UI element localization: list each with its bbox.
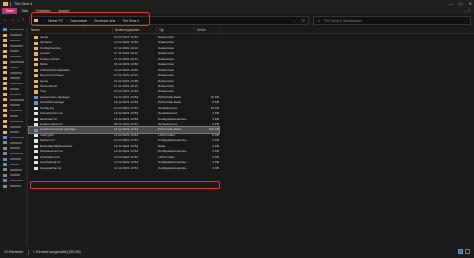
document-icon <box>34 144 38 149</box>
document-icon <box>34 112 38 116</box>
file-name: Userwatcher.ini <box>40 165 62 170</box>
large-icons-view-icon[interactable] <box>465 249 470 254</box>
up-arrow-icon[interactable]: ↑ <box>22 17 25 23</box>
document-icon <box>34 106 38 110</box>
document-icon <box>34 161 38 165</box>
sort-arrow-icon: ^ <box>84 26 86 30</box>
folder-icon <box>34 46 38 51</box>
folder-icon <box>34 85 38 89</box>
column-type[interactable]: Typ <box>157 27 195 34</box>
package-file-icon <box>34 95 38 100</box>
refresh-icon[interactable]: ↻ <box>302 18 305 23</box>
title-bar: The Sims 4 — ☐ ✕ <box>0 0 474 8</box>
folder-icon <box>3 2 8 6</box>
details-view-icon[interactable] <box>458 249 463 254</box>
package-file-icon <box>34 128 38 132</box>
document-icon <box>34 150 38 154</box>
folder-icon <box>34 74 38 78</box>
column-date[interactable]: Änderungsdatum <box>113 27 157 34</box>
window-controls: — ☐ ✕ <box>449 0 472 8</box>
file-size: 1 KB <box>212 165 219 170</box>
search-placeholder: "The Sims 4" durchsuchen <box>323 18 363 23</box>
forward-arrow-icon[interactable]: → <box>10 17 15 23</box>
search-icon: ⌕ <box>318 18 321 23</box>
file-row[interactable]: Userwatcher.ini 12.12.2021 14:53 Konfigura… <box>29 166 219 171</box>
status-bar: 22 Elemente 1 Element ausgewählt (325 KB… <box>0 246 474 258</box>
back-arrow-icon[interactable]: ← <box>3 17 8 23</box>
column-size[interactable]: Größe <box>195 27 221 34</box>
title-separator <box>10 1 11 7</box>
file-date: 12.12.2021 14:53 <box>114 165 139 170</box>
document-icon <box>34 117 38 121</box>
folder-icon <box>34 57 38 62</box>
folder-icon <box>34 52 38 56</box>
item-count: 22 Elemente <box>4 250 24 254</box>
document-icon <box>34 155 38 159</box>
file-list: Name ^ Änderungsdatum Typ Größe cache 12.… <box>28 26 474 246</box>
document-icon <box>34 166 38 170</box>
file-rows: cache 12.12.2021 14:53 Dateiordner cachestr… <box>28 35 220 171</box>
folder-icon <box>34 36 38 40</box>
address-dropdown-icon[interactable]: ⌄ <box>293 19 296 23</box>
folder-icon <box>34 79 38 83</box>
status-separator <box>28 249 30 255</box>
navigation-pane[interactable] <box>0 27 26 246</box>
column-header: Name ^ Änderungsdatum Typ Größe <box>29 26 474 34</box>
document-icon <box>34 123 38 127</box>
folder-icon <box>34 68 38 72</box>
close-button[interactable]: ✕ <box>469 0 472 8</box>
selection-highlight <box>30 180 220 189</box>
address-highlight <box>31 12 150 26</box>
view-switcher <box>458 249 470 254</box>
file-type: Konfigurationseinste... <box>158 165 189 170</box>
folder-icon <box>34 41 38 45</box>
folder-icon <box>34 90 38 94</box>
recent-chevron-icon[interactable]: ⌄ <box>17 17 20 23</box>
search-box[interactable]: ⌕ "The Sims 4" durchsuchen <box>313 16 471 25</box>
maximize-button[interactable]: ☐ <box>459 0 463 8</box>
selection-info: 1 Element ausgewählt (325 KB) <box>33 250 81 254</box>
window-title: The Sims 4 <box>14 2 33 6</box>
document-icon <box>34 139 38 143</box>
document-icon <box>34 133 38 138</box>
folder-icon <box>34 63 38 67</box>
nav-scrollbar[interactable] <box>26 27 28 246</box>
column-name[interactable]: Name <box>29 27 113 34</box>
minimize-button[interactable]: — <box>449 0 453 8</box>
package-file-icon <box>34 101 38 105</box>
